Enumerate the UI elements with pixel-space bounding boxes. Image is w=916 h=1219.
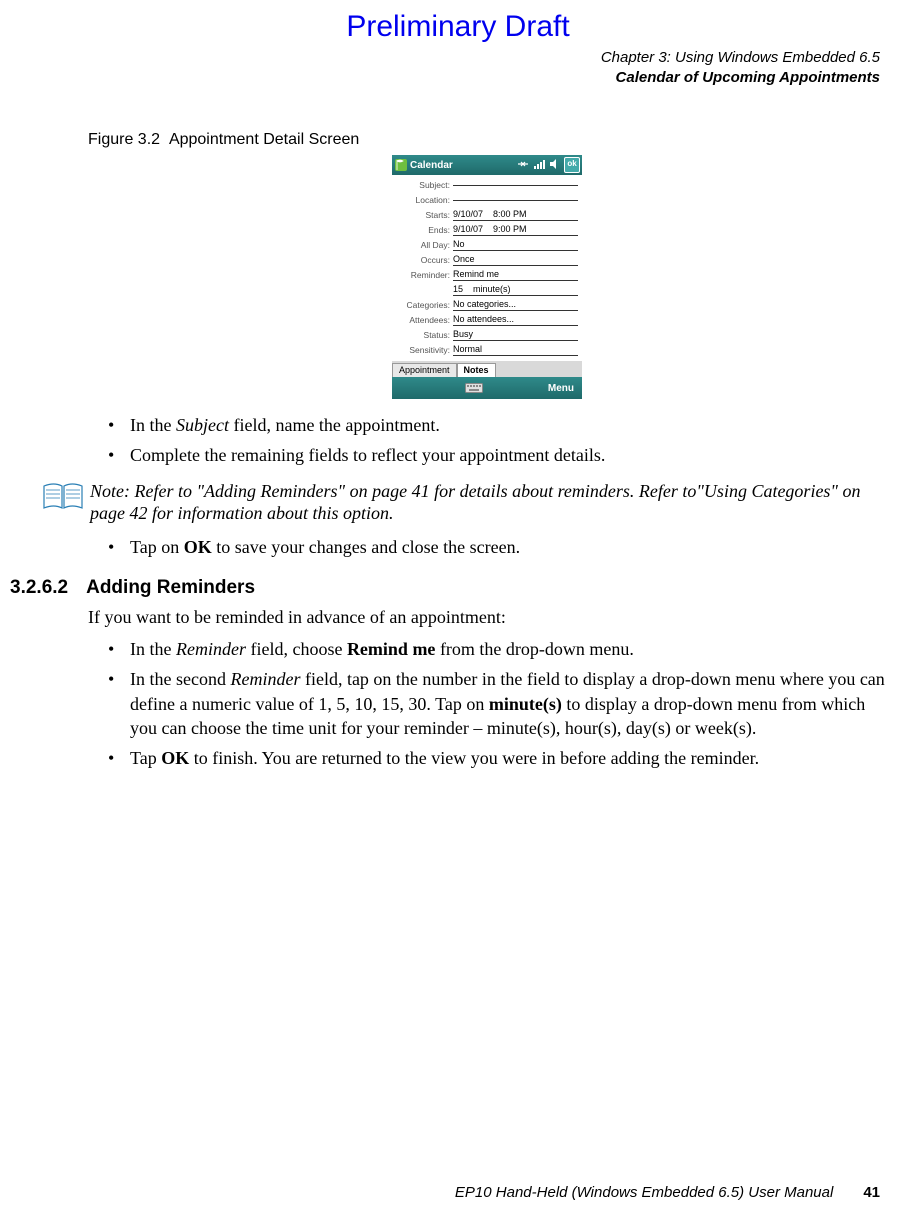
ok-button[interactable]: ok	[564, 157, 580, 173]
reminder-number[interactable]: 15	[453, 284, 463, 294]
reminder-input[interactable]: Remind me	[453, 269, 578, 281]
intro-paragraph: If you want to be reminded in advance of…	[88, 605, 886, 629]
location-input[interactable]	[453, 199, 578, 201]
preliminary-draft-watermark: Preliminary Draft	[0, 10, 916, 44]
appointment-form: Subject: Location: Starts:9/10/07 8:00 PM…	[392, 175, 582, 361]
chapter-line: Chapter 3: Using Windows Embedded 6.5	[0, 48, 880, 68]
reminder-unit[interactable]: minute(s)	[473, 284, 511, 294]
titlebar: Calendar ok	[392, 155, 582, 175]
page-header: Chapter 3: Using Windows Embedded 6.5 Ca…	[0, 48, 880, 87]
categories-input[interactable]: No categories...	[453, 299, 578, 311]
status-label: Status:	[396, 330, 453, 340]
reminder-field-ref: Reminder	[176, 639, 246, 659]
figure-title: Appointment Detail Screen	[169, 131, 359, 148]
section-heading: 3.2.6.2 Adding Reminders	[10, 577, 886, 599]
note-text: Note: Refer to "Adding Reminders" on pag…	[90, 480, 886, 525]
list-item: Complete the remaining fields to reflect…	[130, 443, 886, 467]
subject-label: Subject:	[396, 180, 453, 190]
list-item: In the Subject field, name the appointme…	[130, 413, 886, 437]
starts-input[interactable]: 9/10/07 8:00 PM	[453, 209, 578, 221]
start-flag-icon	[394, 158, 408, 172]
reminder-field-ref: Reminder	[230, 669, 300, 689]
subject-field-ref: Subject	[176, 415, 229, 435]
minutes-ref: minute(s)	[489, 694, 562, 714]
section-title: Adding Reminders	[86, 577, 255, 598]
softkey-right[interactable]: Menu	[548, 383, 574, 394]
page-footer: EP10 Hand-Held (Windows Embedded 6.5) Us…	[455, 1184, 880, 1201]
keyboard-icon[interactable]	[465, 383, 483, 393]
starts-time[interactable]: 8:00 PM	[493, 209, 527, 219]
ends-label: Ends:	[396, 225, 453, 235]
instruction-list-2: Tap on OK to save your changes and close…	[88, 535, 886, 559]
section-line: Calendar of Upcoming Appointments	[0, 68, 880, 88]
starts-date[interactable]: 9/10/07	[453, 209, 483, 219]
signal-icon	[532, 157, 546, 171]
list-item: In the Reminder field, choose Remind me …	[130, 637, 886, 661]
tab-appointment[interactable]: Appointment	[392, 363, 457, 377]
instruction-list-3: In the Reminder field, choose Remind me …	[88, 637, 886, 770]
figure-number: Figure 3.2	[88, 131, 160, 148]
starts-label: Starts:	[396, 210, 453, 220]
allday-label: All Day:	[396, 240, 453, 250]
note-block: Note: Refer to "Adding Reminders" on pag…	[40, 480, 886, 525]
tab-notes[interactable]: Notes	[457, 363, 496, 377]
allday-input[interactable]: No	[453, 239, 578, 251]
open-book-icon	[40, 480, 86, 512]
list-item: In the second Reminder field, tap on the…	[130, 667, 886, 740]
reminder-label: Reminder:	[396, 270, 453, 280]
list-item: Tap on OK to save your changes and close…	[130, 535, 886, 559]
titlebar-title: Calendar	[410, 160, 453, 171]
sensitivity-input[interactable]: Normal	[453, 344, 578, 356]
instruction-list-1: In the Subject field, name the appointme…	[88, 413, 886, 468]
connectivity-icon	[516, 157, 530, 171]
remind-me-ref: Remind me	[347, 639, 436, 659]
attendees-input[interactable]: No attendees...	[453, 314, 578, 326]
reminder-duration-input[interactable]: 15 minute(s)	[453, 284, 578, 296]
status-input[interactable]: Busy	[453, 329, 578, 341]
section-number: 3.2.6.2	[10, 577, 68, 598]
ends-time[interactable]: 9:00 PM	[493, 224, 527, 234]
page-number: 41	[863, 1184, 880, 1201]
soft-key-bar: Menu	[392, 377, 582, 399]
figure-caption: Figure 3.2 Appointment Detail Screen	[88, 131, 886, 149]
ok-ref: OK	[161, 748, 189, 768]
occurs-input[interactable]: Once	[453, 254, 578, 266]
sensitivity-label: Sensitivity:	[396, 345, 453, 355]
categories-label: Categories:	[396, 300, 453, 310]
tab-bar: Appointment Notes	[392, 361, 582, 377]
volume-icon	[548, 157, 562, 171]
manual-title: EP10 Hand-Held (Windows Embedded 6.5) Us…	[455, 1184, 833, 1201]
attendees-label: Attendees:	[396, 315, 453, 325]
list-item: Tap OK to finish. You are returned to th…	[130, 746, 886, 770]
ok-ref: OK	[184, 537, 212, 557]
appointment-detail-screenshot: Calendar ok Subject: Location: Starts:9/…	[392, 155, 582, 399]
ends-input[interactable]: 9/10/07 9:00 PM	[453, 224, 578, 236]
occurs-label: Occurs:	[396, 255, 453, 265]
ends-date[interactable]: 9/10/07	[453, 224, 483, 234]
location-label: Location:	[396, 195, 453, 205]
subject-input[interactable]	[453, 184, 578, 186]
